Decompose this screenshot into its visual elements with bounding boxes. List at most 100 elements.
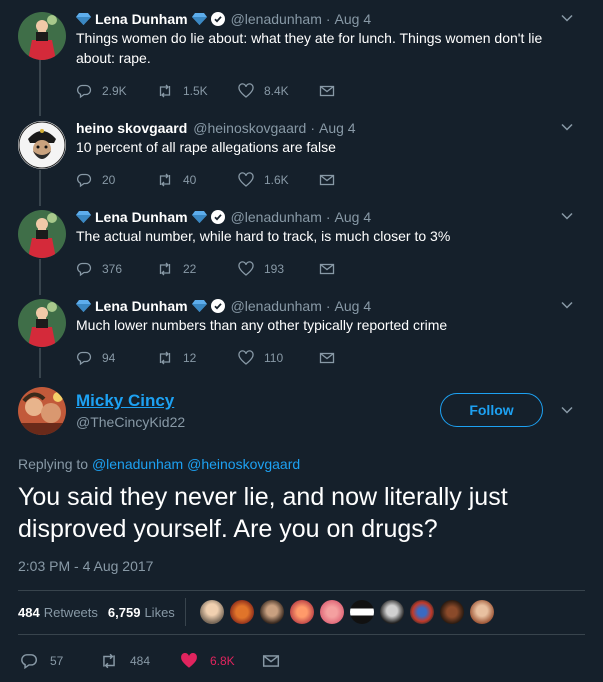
liker-avatar[interactable]: [349, 600, 374, 624]
liker-avatar[interactable]: [319, 600, 344, 624]
mention-link[interactable]: @lenadunham: [92, 456, 183, 472]
dot-separator: ·: [310, 120, 315, 136]
chevron-down-icon[interactable]: [561, 210, 573, 222]
liker-avatar[interactable]: [469, 600, 494, 624]
chevron-down-icon[interactable]: [561, 404, 573, 416]
reply-button[interactable]: 94: [76, 350, 157, 366]
reply-button[interactable]: 376: [76, 261, 157, 277]
reply-button[interactable]: 20: [76, 172, 157, 188]
chevron-down-icon[interactable]: [561, 12, 573, 24]
like-button[interactable]: 1.6K: [238, 172, 319, 188]
avatar[interactable]: [18, 299, 66, 347]
tweet-date[interactable]: Aug 4: [335, 298, 372, 314]
direct-message-icon: [319, 85, 335, 97]
divider: [18, 590, 585, 591]
liker-avatar[interactable]: [379, 600, 404, 624]
direct-message-icon: [262, 655, 280, 667]
liker-avatar[interactable]: [199, 600, 224, 624]
like-button[interactable]: 6.8K: [180, 652, 262, 670]
avatar[interactable]: [18, 121, 66, 169]
verified-badge-icon: [210, 12, 225, 26]
author-name[interactable]: Lena Dunham: [95, 209, 188, 225]
tweet-header: Lena Dunham @lenadunham · Aug 4: [76, 297, 371, 315]
follow-button[interactable]: Follow: [440, 393, 543, 427]
retweet-icon: [159, 84, 171, 98]
like-button[interactable]: 193: [238, 261, 319, 277]
thread-tweet[interactable]: heino skovgaard @heinoskovgaard · Aug 4 …: [0, 119, 603, 195]
reply-icon: [77, 262, 92, 277]
diamond-emoji-icon: [191, 211, 207, 223]
author-handle[interactable]: @lenadunham: [231, 209, 322, 225]
direct-message-button[interactable]: [319, 172, 345, 188]
tweet-actions: 94 12 110: [76, 350, 345, 366]
liker-avatar[interactable]: [259, 600, 284, 624]
author-name[interactable]: Micky Cincy: [76, 391, 174, 411]
author-name[interactable]: Lena Dunham: [95, 11, 188, 27]
like-count: 1.6K: [264, 173, 289, 187]
chevron-down-icon[interactable]: [561, 299, 573, 311]
reply-icon: [77, 173, 92, 188]
avatar[interactable]: [18, 12, 66, 60]
author-handle[interactable]: @heinoskovgaard: [193, 120, 306, 136]
thread-tweet[interactable]: Lena Dunham @lenadunham · Aug 4 Much low…: [0, 297, 603, 373]
author-handle[interactable]: @TheCincyKid22: [76, 414, 185, 430]
replying-prefix: Replying to: [18, 456, 89, 472]
retweets-label[interactable]: Retweets: [44, 605, 98, 620]
tweet-timestamp[interactable]: 2:03 PM - 4 Aug 2017: [18, 558, 153, 574]
reply-count: 20: [102, 173, 116, 187]
retweet-button[interactable]: 12: [157, 350, 238, 366]
direct-message-button[interactable]: [319, 83, 345, 99]
retweet-icon: [103, 653, 115, 669]
liker-avatar[interactable]: [439, 600, 464, 624]
engagement-stats: 484 Retweets 6,759 Likes: [18, 598, 500, 626]
author-name[interactable]: Lena Dunham: [95, 298, 188, 314]
tweet-date[interactable]: Aug 4: [335, 11, 372, 27]
retweet-button[interactable]: 40: [157, 172, 238, 188]
like-button[interactable]: 8.4K: [238, 83, 319, 99]
thread-tweet[interactable]: Lena Dunham @lenadunham · Aug 4 The actu…: [0, 208, 603, 284]
reply-button[interactable]: 2.9K: [76, 83, 157, 99]
liker-avatars: [199, 600, 500, 624]
liker-avatar[interactable]: [229, 600, 254, 624]
direct-message-button[interactable]: [262, 652, 292, 670]
tweet-actions: 57 484 6.8K: [20, 652, 292, 670]
reply-button[interactable]: 57: [20, 652, 100, 670]
retweet-icon: [159, 173, 171, 187]
direct-message-button[interactable]: [319, 261, 345, 277]
author-handle[interactable]: @lenadunham: [231, 298, 322, 314]
retweet-count: 12: [183, 351, 197, 365]
like-button[interactable]: 110: [238, 350, 319, 366]
avatar[interactable]: [18, 210, 66, 258]
direct-message-button[interactable]: [319, 350, 345, 366]
avatar[interactable]: [18, 387, 66, 435]
diamond-emoji-icon: [76, 211, 91, 223]
tweet-header: Lena Dunham @lenadunham · Aug 4: [76, 208, 371, 226]
author-name[interactable]: heino skovgaard: [76, 120, 187, 136]
retweet-button[interactable]: 1.5K: [157, 83, 238, 99]
thread-tweet[interactable]: Lena Dunham @lenadunham · Aug 4 Things w…: [0, 10, 603, 105]
retweet-icon: [159, 262, 171, 276]
author-handle[interactable]: @lenadunham: [231, 11, 322, 27]
tweet-text: The actual number, while hard to track, …: [76, 228, 451, 244]
chevron-down-icon[interactable]: [561, 121, 573, 133]
tweet-header: heino skovgaard @heinoskovgaard · Aug 4: [76, 119, 356, 137]
retweet-button[interactable]: 484: [100, 652, 180, 670]
liker-avatar[interactable]: [289, 600, 314, 624]
mention-link[interactable]: @heinoskovgaard: [187, 456, 300, 472]
likes-label[interactable]: Likes: [144, 605, 174, 620]
reply-icon: [21, 654, 37, 670]
like-count: 110: [264, 351, 284, 365]
likes-total[interactable]: 6,759: [108, 605, 141, 620]
stats-divider: [184, 598, 186, 626]
retweet-icon: [159, 351, 171, 365]
diamond-emoji-icon: [76, 300, 91, 312]
reply-icon: [77, 84, 92, 99]
tweet-date[interactable]: Aug 4: [319, 120, 356, 136]
liker-avatar[interactable]: [409, 600, 434, 624]
retweet-count: 1.5K: [183, 84, 208, 98]
reply-icon: [77, 351, 92, 366]
retweet-button[interactable]: 22: [157, 261, 238, 277]
tweet-date[interactable]: Aug 4: [335, 209, 372, 225]
retweets-total[interactable]: 484: [18, 605, 40, 620]
like-count: 193: [264, 262, 285, 276]
